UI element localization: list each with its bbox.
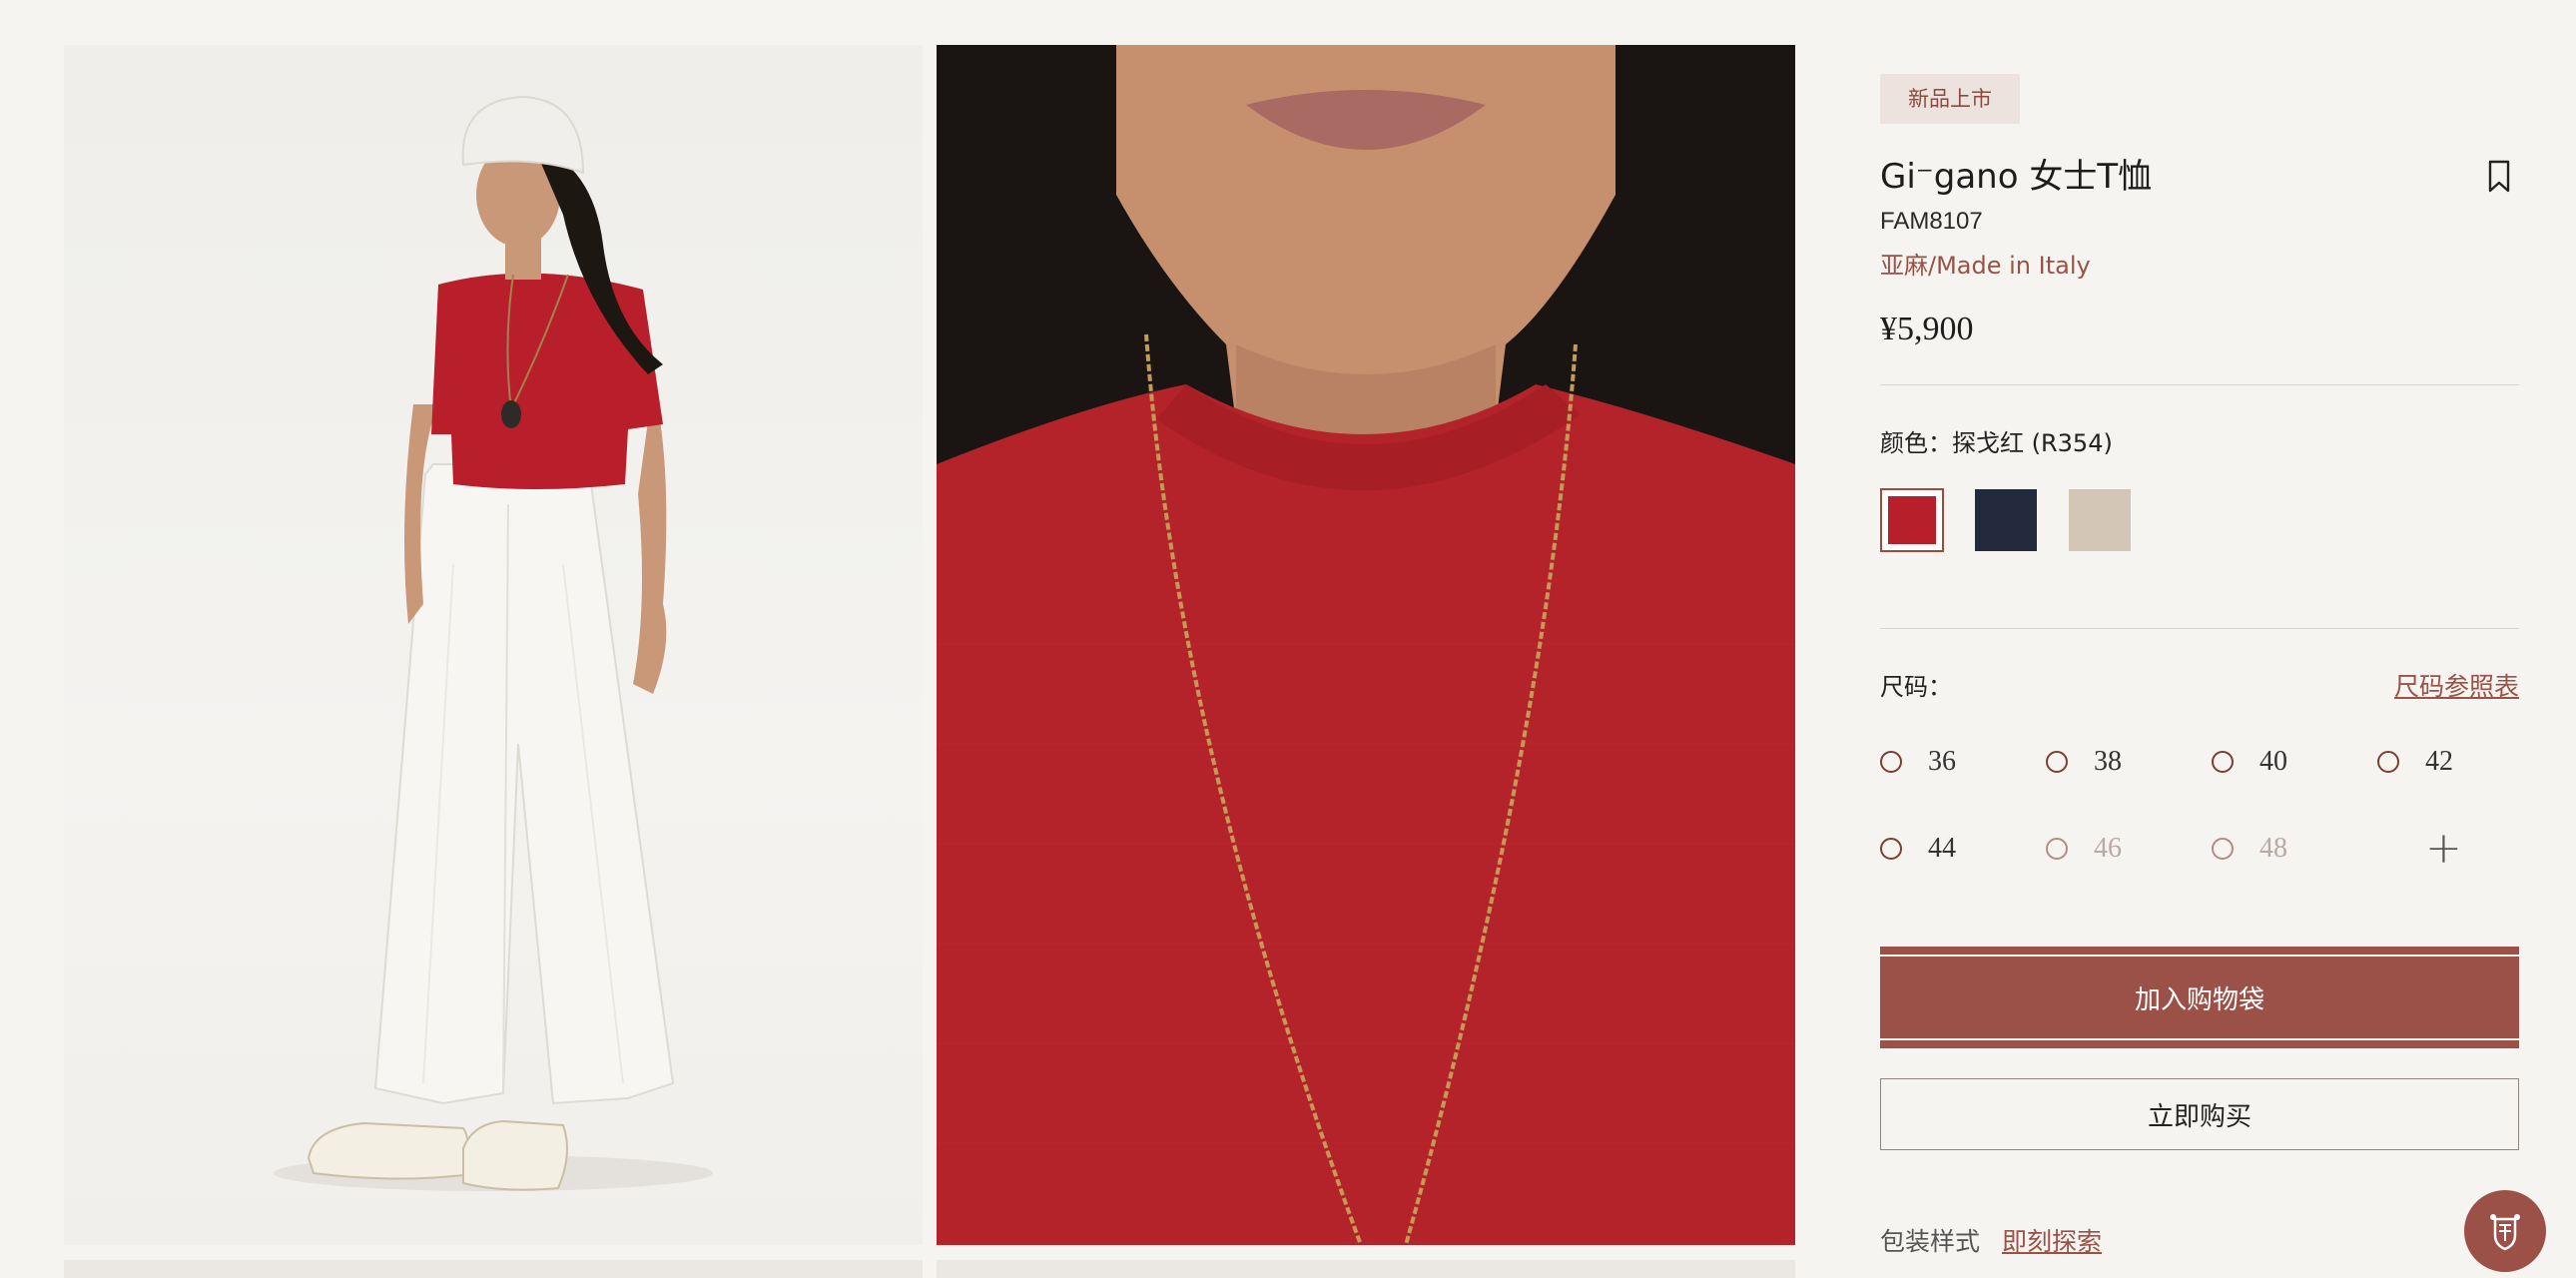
size-option-label: 48 (2259, 832, 2287, 864)
model-illustration (274, 95, 713, 1191)
divider (1880, 384, 2519, 385)
swatch-beige[interactable] (2068, 488, 2132, 552)
size-option-44[interactable]: 44 (1880, 830, 2046, 867)
size-header: 尺码： 尺码参照表 (1880, 667, 2519, 703)
size-option-label: 40 (2259, 745, 2287, 777)
radio-icon (2377, 750, 2399, 773)
color-label: 颜色：探戈红 (R354) (1880, 429, 2113, 457)
size-label: 尺码： (1880, 673, 1952, 701)
radio-icon (1880, 837, 1902, 860)
size-options: 36 38 40 42 44 46 48 + (1880, 743, 2519, 871)
size-option-42[interactable]: 42 (2377, 743, 2543, 780)
size-option-label: 44 (1928, 832, 1956, 864)
packaging-explore-link[interactable]: 即刻探索 (2002, 1227, 2102, 1256)
size-chart-link[interactable]: 尺码参照表 (2394, 667, 2519, 703)
collar-illustration (937, 45, 1795, 1245)
buy-now-button[interactable]: 立即购买 (1880, 1078, 2519, 1150)
radio-icon (2046, 837, 2068, 860)
radio-icon (2212, 837, 2234, 860)
size-option-label: 42 (2425, 745, 2453, 777)
gallery-next-image-strip (937, 1260, 1795, 1278)
divider (1880, 628, 2519, 629)
size-option-36[interactable]: 36 (1880, 743, 2046, 780)
size-option-48[interactable]: 48 (2212, 830, 2377, 867)
size-option-46[interactable]: 46 (2046, 830, 2212, 867)
radio-icon (2212, 750, 2234, 773)
plus-icon: + (2425, 823, 2462, 874)
product-title: Gi⁻gano 女士T恤 (1880, 157, 2153, 197)
size-option-label: 38 (2094, 745, 2122, 777)
size-option-38[interactable]: 38 (2046, 743, 2212, 780)
swatch-chip (1975, 489, 2037, 551)
swatch-tango-red[interactable] (1880, 488, 1944, 552)
add-to-bag-button[interactable]: 加入购物袋 (1880, 947, 2519, 1048)
swatch-navy[interactable] (1974, 488, 2038, 552)
size-option-label: 36 (1928, 745, 1956, 777)
product-image-collar-detail[interactable] (937, 45, 1795, 1245)
chat-crest-icon (2490, 1214, 2520, 1251)
new-arrival-badge: 新品上市 (1880, 74, 2020, 124)
gallery-next-image-strip (64, 1260, 923, 1278)
swatch-chip (2069, 489, 2131, 551)
product-price: ¥5,900 (1880, 311, 1974, 347)
chat-button[interactable] (2464, 1190, 2546, 1272)
size-option-40[interactable]: 40 (2212, 743, 2377, 780)
packaging-row: 包装样式 即刻探索 (1880, 1222, 2519, 1258)
product-material: 亚麻/Made in Italy (1880, 252, 2091, 280)
product-sku: FAM8107 (1880, 208, 1983, 235)
bookmark-icon[interactable] (2487, 160, 2511, 194)
more-sizes-button[interactable]: + (2377, 823, 2543, 874)
title-row: Gi⁻gano 女士T恤 (1880, 154, 2519, 200)
packaging-label: 包装样式 (1880, 1227, 1981, 1256)
product-image-full-look[interactable] (64, 45, 923, 1245)
radio-icon (2046, 750, 2068, 773)
product-info-panel: 新品上市 Gi⁻gano 女士T恤 FAM8107 亚麻/Made in Ita… (1880, 74, 2519, 1258)
swatch-chip (1888, 496, 1936, 544)
radio-icon (1880, 750, 1902, 773)
size-option-label: 46 (2094, 832, 2122, 864)
color-swatches (1880, 488, 2519, 552)
